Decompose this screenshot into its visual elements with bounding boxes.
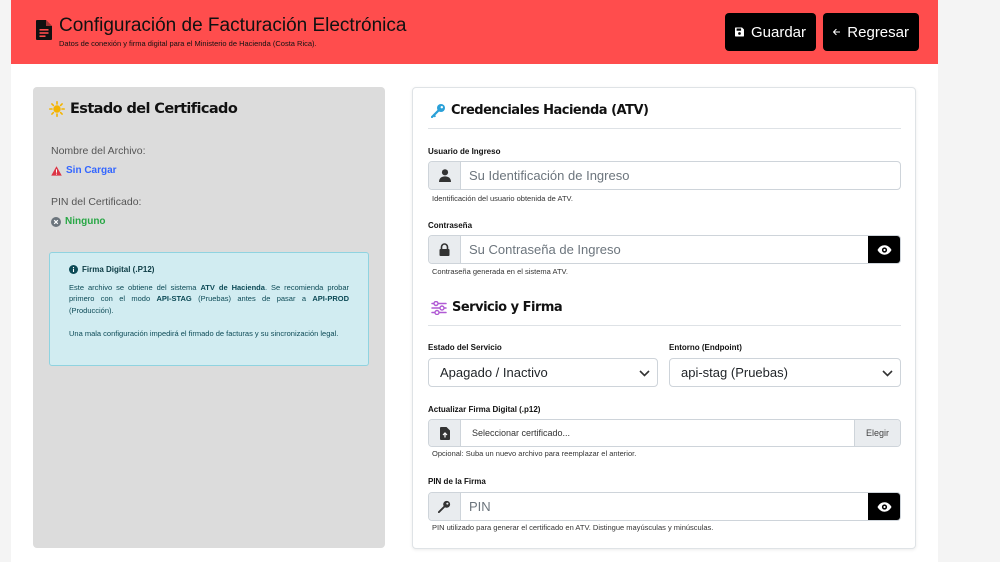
key-icon [431, 104, 445, 118]
info-alert: Firma Digital (.P12) Este archivo se obt… [49, 252, 369, 366]
pin-input-group: PIN [428, 492, 901, 521]
page-title: Configuración de Facturación Electrónica [59, 15, 407, 36]
divider [428, 128, 901, 129]
toggle-password-visibility-button[interactable] [868, 236, 900, 263]
signature-file-group: Seleccionar certificado... Elegir [428, 419, 901, 447]
info-text: (Producción). [69, 305, 114, 315]
certificate-status-panel: Estado del Certificado Nombre del Archiv… [33, 87, 385, 548]
page-header: Configuración de Facturación Electrónica… [11, 0, 938, 64]
pin-field-label: PIN de la Firma [428, 477, 486, 486]
pin-addon [429, 493, 461, 520]
save-button[interactable]: Guardar [725, 13, 816, 51]
sun-icon [49, 101, 65, 117]
pin-label: PIN del Certificado: [51, 196, 142, 208]
document-icon [36, 20, 52, 40]
user-label: Usuario de Ingreso [428, 147, 501, 156]
warning-icon [51, 165, 62, 176]
save-button-label: Guardar [750, 23, 806, 41]
lock-icon [439, 243, 450, 256]
settings-form-panel: Credenciales Hacienda (ATV) Usuario de I… [412, 87, 916, 549]
password-input-group: Su Contraseña de Ingreso [428, 235, 901, 264]
certificate-status-title: Estado del Certificado [49, 101, 238, 117]
pin-value: Ninguno [51, 216, 106, 227]
key-icon [438, 500, 451, 513]
pin-input[interactable]: PIN [461, 493, 868, 520]
back-button[interactable]: Regresar [823, 13, 919, 51]
info-alert-title: Firma Digital (.P12) [69, 264, 349, 276]
pin-help-text: PIN utilizado para generar el certificad… [432, 523, 714, 532]
choose-file-button[interactable]: Elegir [854, 420, 900, 446]
signature-addon [429, 420, 461, 446]
eye-icon [877, 244, 891, 255]
eye-icon [877, 501, 891, 512]
user-icon [438, 169, 451, 182]
floppy-disk-icon [735, 27, 744, 37]
file-name-value-text: Sin Cargar [66, 165, 117, 176]
sliders-icon [431, 300, 447, 315]
back-button-label: Regresar [847, 23, 909, 41]
pin-value-text: Ninguno [65, 216, 106, 227]
info-icon [69, 265, 78, 275]
info-text: (Pruebas) antes de pasar a [191, 294, 313, 303]
environment-value: api-stag (Pruebas) [681, 365, 788, 380]
service-status-label: Estado del Servicio [428, 343, 502, 352]
page-subtitle: Datos de conexión y firma digital para e… [59, 39, 317, 48]
chevron-down-icon [639, 370, 650, 377]
file-name-value: Sin Cargar [51, 165, 117, 176]
service-status-select[interactable]: Apagado / Inactivo [428, 358, 658, 387]
environment-select[interactable]: api-stag (Pruebas) [669, 358, 901, 387]
password-label: Contraseña [428, 221, 473, 230]
signature-label: Actualizar Firma Digital (.p12) [428, 405, 541, 414]
arrow-left-icon [833, 28, 841, 36]
password-help-text: Contraseña generada en el sistema ATV. [432, 267, 568, 276]
info-alert-title-text: Firma Digital (.P12) [82, 265, 155, 274]
service-section-title-text: Servicio y Firma [452, 300, 563, 315]
chevron-down-icon [882, 370, 893, 377]
info-alert-paragraph-1: Este archivo se obtiene del sistema ATV … [69, 282, 349, 317]
user-input[interactable]: Su Identificación de Ingreso [461, 162, 900, 189]
info-text-strong: API-PROD [312, 294, 349, 303]
credentials-section-title: Credenciales Hacienda (ATV) [431, 103, 649, 118]
signature-file-input[interactable]: Seleccionar certificado... [461, 420, 854, 446]
file-name-label: Nombre del Archivo: [51, 145, 146, 157]
x-circle-icon [51, 216, 61, 227]
main-card: Configuración de Facturación Electrónica… [11, 0, 938, 562]
certificate-status-title-text: Estado del Certificado [70, 101, 238, 117]
user-addon [429, 162, 461, 189]
service-status-value: Apagado / Inactivo [440, 365, 548, 380]
info-text-strong: ATV de Hacienda [200, 282, 265, 292]
info-text-strong: API-STAG [156, 294, 192, 303]
user-input-group: Su Identificación de Ingreso [428, 161, 901, 190]
info-alert-paragraph-2: Una mala configuración impedirá el firma… [69, 329, 339, 338]
credentials-section-title-text: Credenciales Hacienda (ATV) [451, 103, 649, 118]
info-text: Este archivo se obtiene del sistema [69, 282, 201, 292]
user-help-text: Identificación del usuario obtenida de A… [432, 194, 573, 203]
service-section-title: Servicio y Firma [431, 300, 563, 315]
environment-label: Entorno (Endpoint) [669, 343, 742, 352]
password-input[interactable]: Su Contraseña de Ingreso [461, 236, 868, 263]
toggle-pin-visibility-button[interactable] [868, 493, 900, 520]
password-addon [429, 236, 461, 263]
divider [428, 325, 901, 326]
file-upload-icon [439, 426, 450, 440]
signature-help-text: Opcional: Suba un nuevo archivo para ree… [432, 449, 637, 458]
